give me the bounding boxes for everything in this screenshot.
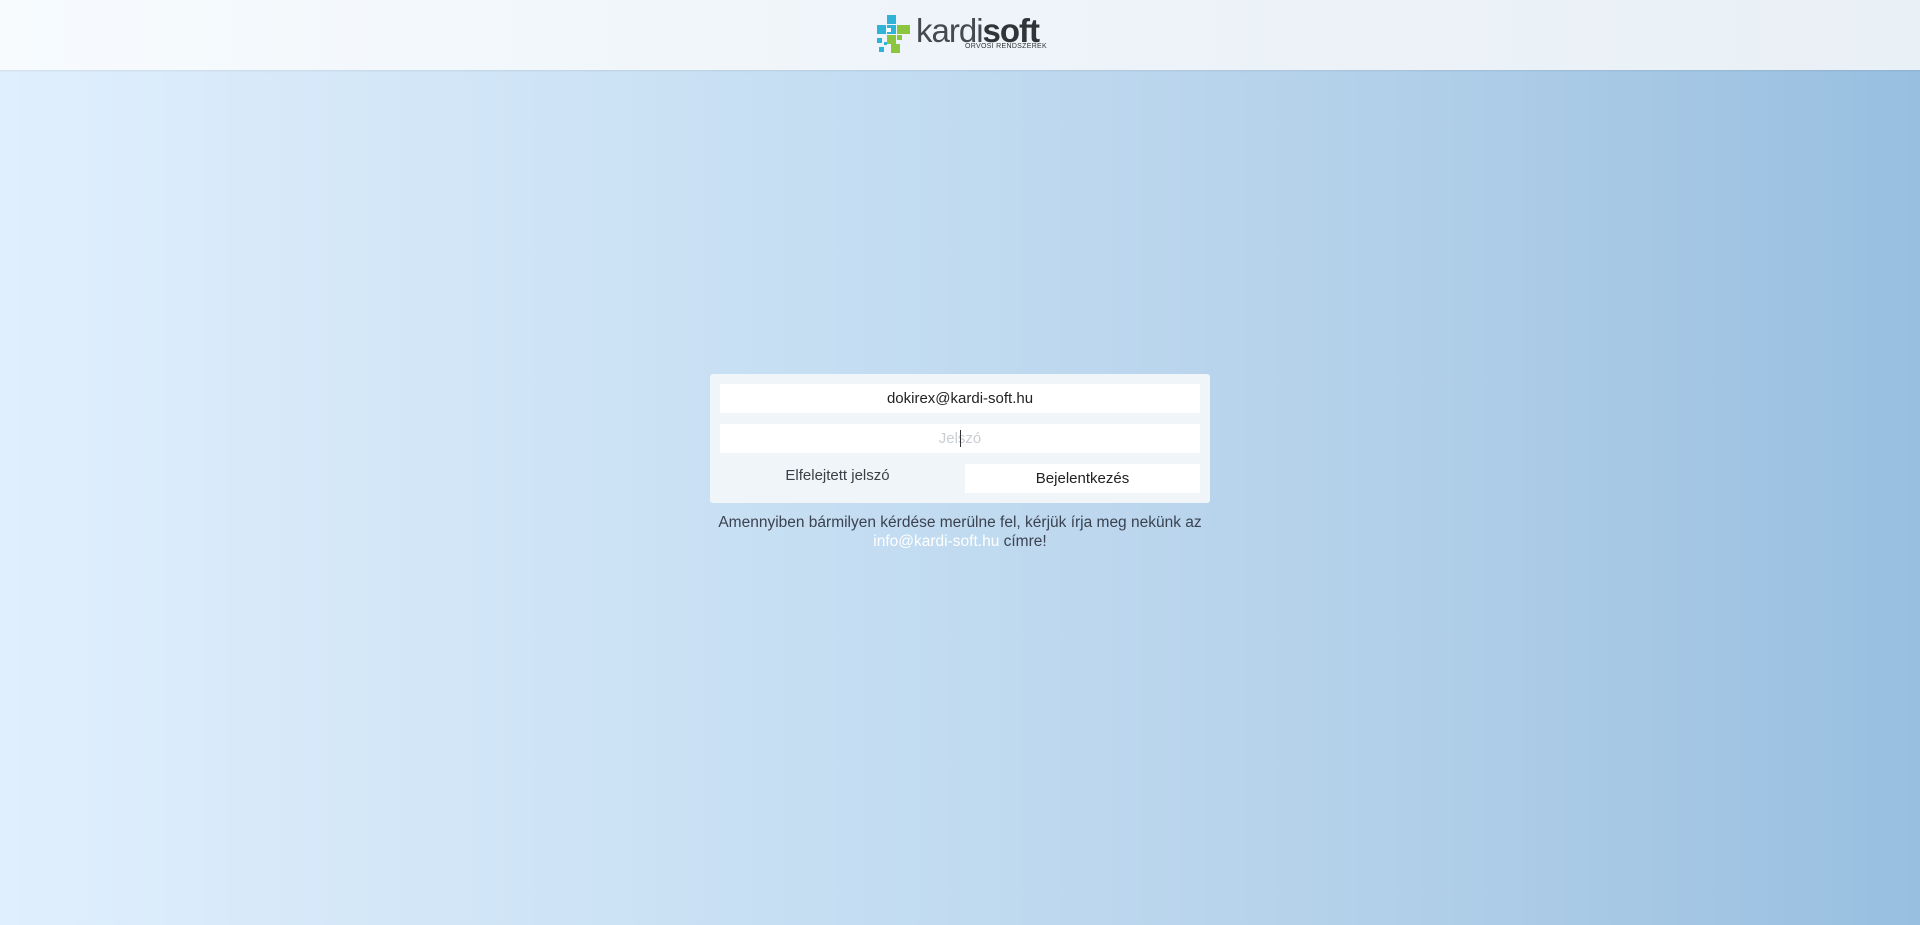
support-email-link[interactable]: info@kardi-soft.hu xyxy=(873,533,999,550)
help-message: Amennyiben bármilyen kérdése merülne fel… xyxy=(700,513,1220,551)
help-text-before: Amennyiben bármilyen kérdése merülne fel… xyxy=(718,514,1202,531)
text-cursor xyxy=(960,430,961,447)
login-form: Elfelejtett jelszó Bejelentkezés xyxy=(710,374,1210,503)
brand-tagline: ORVOSI RENDSZEREK xyxy=(965,43,1047,50)
help-text-after: címre! xyxy=(1003,533,1047,550)
forgot-password-link[interactable]: Elfelejtett jelszó xyxy=(720,467,955,484)
medical-cross-logo-icon xyxy=(877,15,910,53)
email-field[interactable] xyxy=(720,384,1200,413)
top-header: kardisoft ORVOSI RENDSZEREK xyxy=(0,0,1920,70)
kardisoft-logo[interactable]: kardisoft ORVOSI RENDSZEREK xyxy=(873,12,1048,56)
login-button[interactable]: Bejelentkezés xyxy=(965,464,1200,493)
